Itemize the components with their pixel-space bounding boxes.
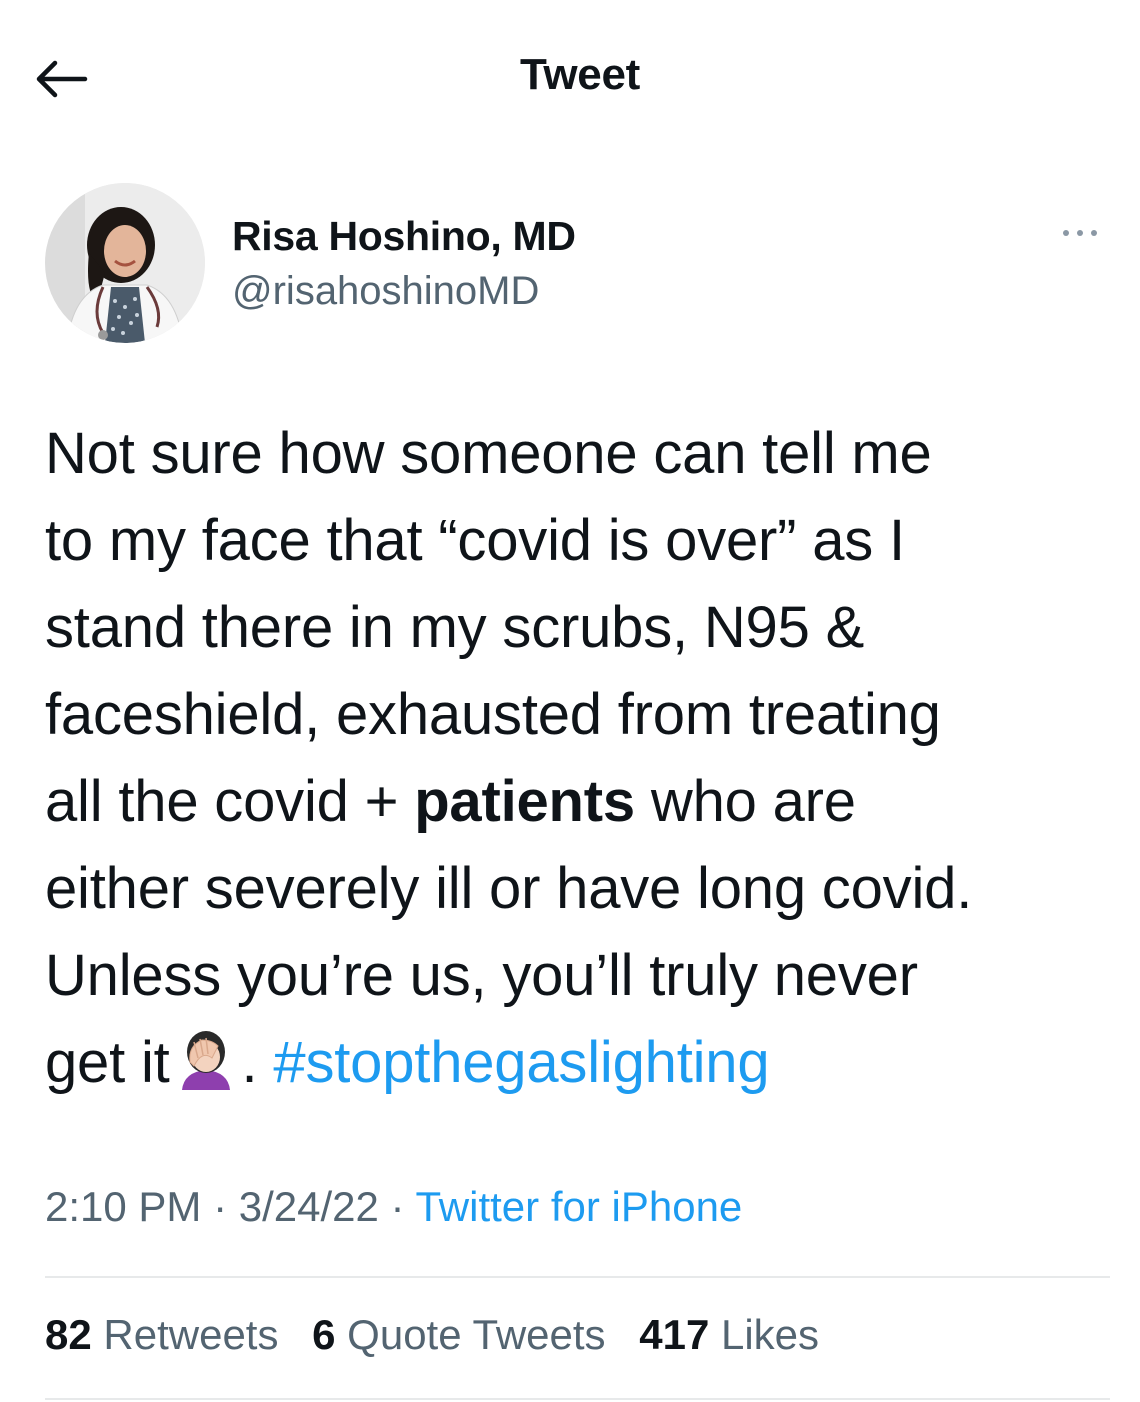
quote-tweets-stat[interactable]: 6 Quote Tweets	[312, 1311, 605, 1358]
tweet-stats: 82 Retweets 6 Quote Tweets 417 Likes	[45, 1311, 841, 1359]
tweet-text-line: faceshield, exhausted from treating	[45, 682, 941, 747]
likes-stat[interactable]: 417 Likes	[639, 1311, 819, 1358]
tweet-source-link[interactable]: Twitter for iPhone	[415, 1183, 742, 1230]
tweet-time[interactable]: 2:10 PM	[45, 1183, 201, 1230]
tweet-text-line: Not sure how someone can tell me	[45, 421, 932, 486]
tweet-text-segment: get it	[45, 1030, 170, 1095]
page-title: Tweet	[520, 50, 640, 99]
tweet-text-line: get it . #stopthegaslighting	[45, 1019, 1125, 1114]
meta-separator: ·	[201, 1183, 239, 1230]
tweet-text-segment: .	[241, 1030, 274, 1095]
more-horizontal-icon	[1063, 230, 1097, 236]
hashtag-link[interactable]: #stopthegaslighting	[273, 1030, 769, 1095]
author-display-name[interactable]: Risa Hoshino, MD	[232, 213, 576, 260]
author-handle[interactable]: @risahoshinoMD	[232, 269, 539, 314]
quote-tweets-count: 6	[312, 1311, 336, 1358]
avatar[interactable]	[45, 183, 205, 343]
tweet-author: Risa Hoshino, MD @risahoshinoMD	[45, 183, 1105, 348]
facepalm-woman-emoji	[172, 1027, 240, 1114]
tweet-text-line: all the covid + patients who are	[45, 758, 1125, 845]
meta-separator: ·	[378, 1183, 416, 1230]
top-bar: Tweet	[0, 0, 1140, 150]
retweets-count: 82	[45, 1311, 92, 1358]
tweet-text-line: Unless you’re us, you’ll truly never	[45, 943, 918, 1008]
divider	[45, 1276, 1110, 1278]
tweet-text-line: either severely ill or have long covid.	[45, 856, 973, 921]
profile-photo	[45, 183, 205, 343]
tweet-metadata: 2:10 PM · 3/24/22 · Twitter for iPhone	[45, 1183, 742, 1231]
tweet-text: Not sure how someone can tell me to my f…	[45, 410, 1125, 1114]
likes-count: 417	[639, 1311, 710, 1358]
tweet-date[interactable]: 3/24/22	[239, 1183, 379, 1230]
more-options-button[interactable]	[1055, 218, 1105, 248]
retweets-stat[interactable]: 82 Retweets	[45, 1311, 278, 1358]
retweets-label: Retweets	[103, 1311, 279, 1358]
tweet-text-segment: all the covid +	[45, 769, 415, 834]
tweet-text-segment: who are	[634, 769, 856, 834]
likes-label: Likes	[720, 1311, 820, 1358]
tweet-bold-word: patients	[414, 769, 635, 834]
tweet-text-line: stand there in my scrubs, N95 &	[45, 595, 865, 660]
tweet-text-line: to my face that “covid is over” as I	[45, 508, 905, 573]
divider	[45, 1398, 1110, 1400]
quote-tweets-label: Quote Tweets	[347, 1311, 606, 1358]
